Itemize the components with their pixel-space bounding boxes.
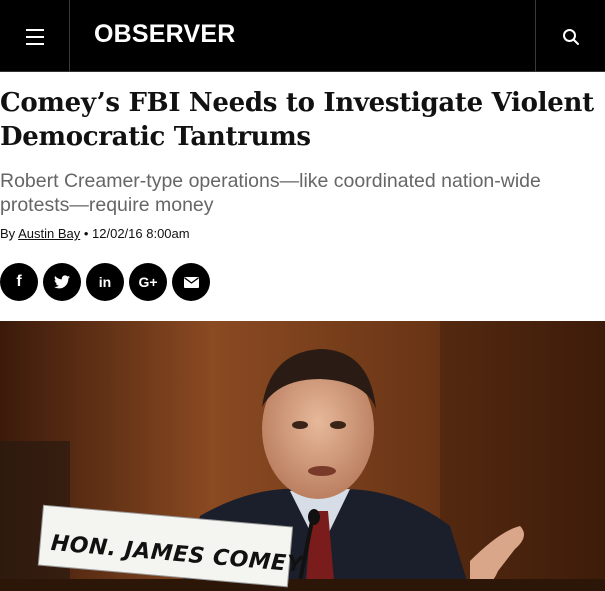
top-navigation-bar: OBSERVER bbox=[0, 0, 605, 72]
search-button[interactable] bbox=[535, 0, 605, 72]
linkedin-share-button[interactable]: in bbox=[86, 263, 124, 301]
article-headline: Comey’s FBI Needs to Investigate Violent… bbox=[0, 88, 594, 152]
linkedin-icon: in bbox=[98, 274, 112, 290]
byline-prefix: By bbox=[0, 226, 16, 241]
googleplus-icon: G+ bbox=[138, 274, 158, 290]
author-link[interactable]: Austin Bay bbox=[18, 226, 80, 241]
byline-separator: • bbox=[80, 226, 93, 241]
email-share-button[interactable] bbox=[172, 263, 210, 301]
site-logo[interactable]: OBSERVER bbox=[94, 20, 235, 49]
byline: By Austin Bay • 12/02/16 8:00am bbox=[0, 226, 190, 241]
twitter-share-button[interactable] bbox=[43, 263, 81, 301]
article-subheadline: Robert Creamer-type operations—like coor… bbox=[0, 170, 541, 216]
googleplus-share-button[interactable]: G+ bbox=[129, 263, 167, 301]
hamburger-menu-icon-line bbox=[26, 36, 44, 38]
facebook-share-button[interactable]: f bbox=[0, 263, 38, 301]
hamburger-menu-icon bbox=[26, 29, 44, 31]
hamburger-menu-button[interactable] bbox=[0, 0, 70, 72]
hamburger-menu-icon-line bbox=[26, 43, 44, 45]
search-icon bbox=[563, 29, 579, 45]
twitter-icon bbox=[54, 275, 70, 289]
hero-image: HON. JAMES COMEY bbox=[0, 321, 605, 591]
facebook-icon: f bbox=[16, 273, 22, 290]
share-buttons: f in G+ bbox=[0, 263, 210, 301]
email-icon bbox=[183, 276, 199, 288]
publish-date: 12/02/16 8:00am bbox=[92, 226, 190, 241]
